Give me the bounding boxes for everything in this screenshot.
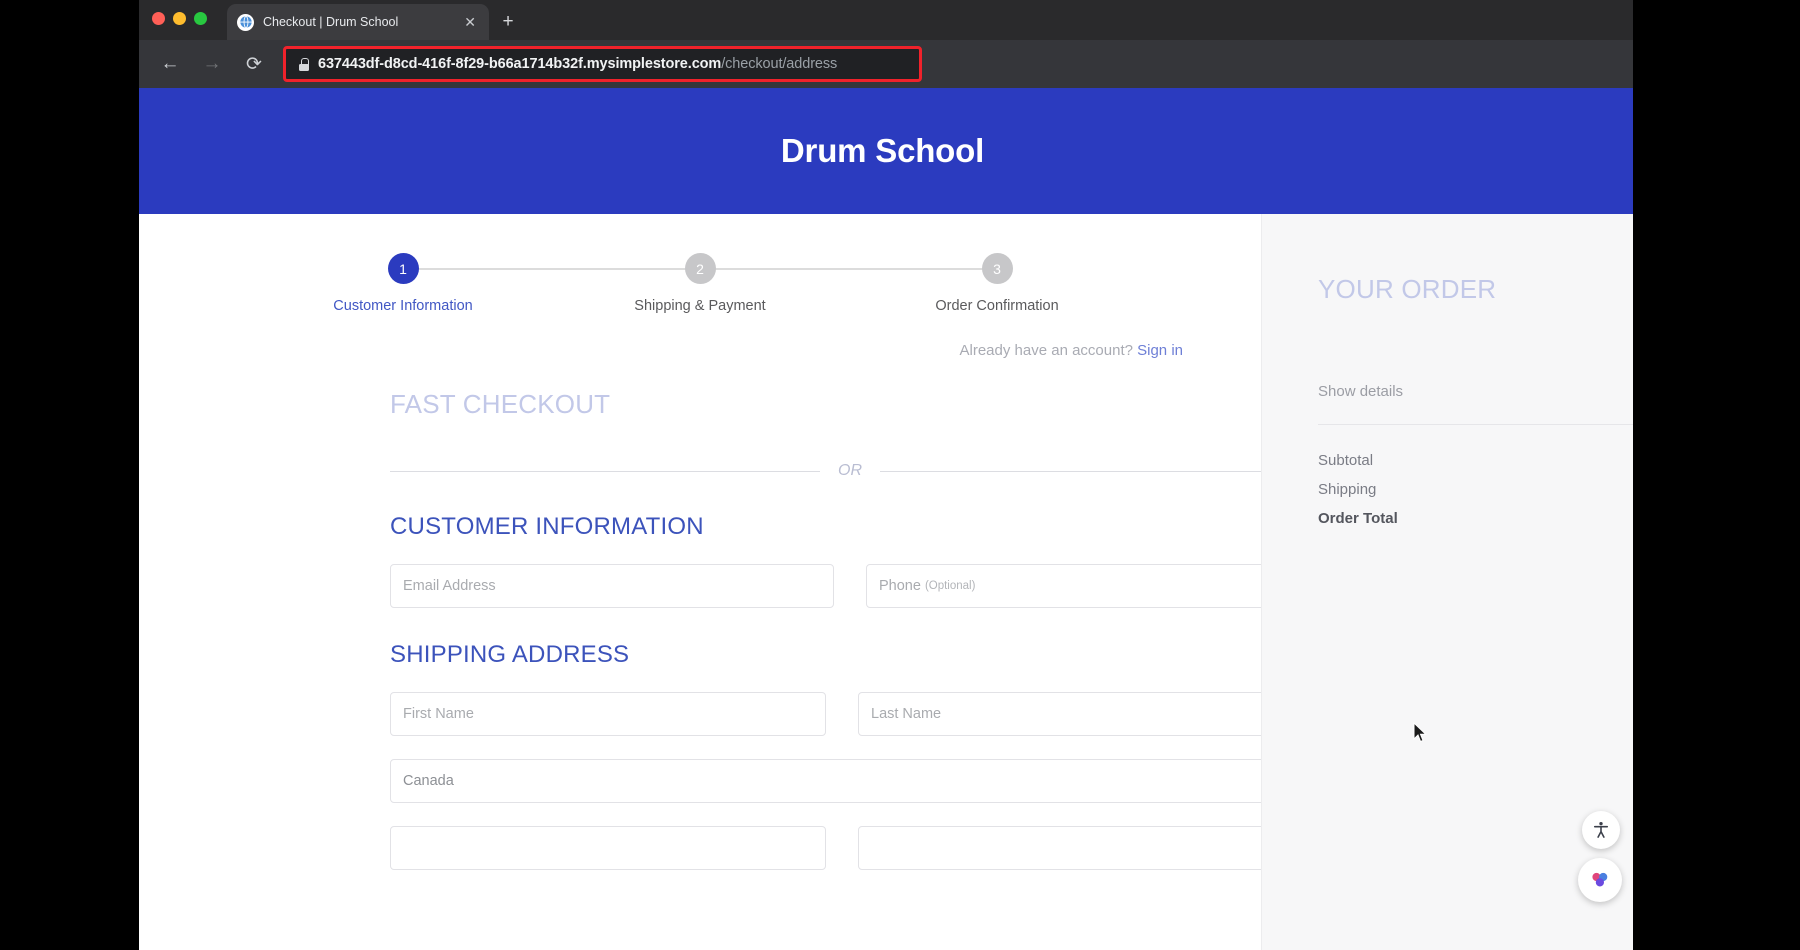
checkout-main-column: 1 Customer Information 2 Shipping & Paym… xyxy=(139,214,1261,950)
store-name: Drum School xyxy=(781,132,984,170)
lock-icon xyxy=(299,58,309,71)
shipping-label: Shipping xyxy=(1318,481,1633,498)
shipping-address-heading: SHIPPING ADDRESS xyxy=(390,641,1310,669)
order-summary-sidebar: YOUR ORDER Show details Subtotal Shippin… xyxy=(1261,214,1633,950)
last-name-placeholder: Last Name xyxy=(871,706,941,722)
store-banner: Drum School xyxy=(139,88,1633,214)
accessibility-widget-button[interactable] xyxy=(1582,811,1620,849)
checkout-form: FAST CHECKOUT OR CUSTOMER INFORMATION Em… xyxy=(390,389,1310,870)
maximize-window-button[interactable] xyxy=(194,12,207,25)
back-button[interactable]: ← xyxy=(153,47,187,81)
new-tab-button[interactable]: + xyxy=(495,9,521,35)
country-select[interactable]: Canada xyxy=(390,759,1294,803)
browser-tab-title: Checkout | Drum School xyxy=(263,15,452,29)
or-divider: OR xyxy=(390,462,1310,480)
forward-button[interactable]: → xyxy=(195,47,229,81)
browser-tab-strip: Checkout | Drum School ✕ + xyxy=(139,0,1633,40)
browser-tab[interactable]: Checkout | Drum School ✕ xyxy=(227,4,489,40)
order-total-lines: Subtotal Shipping Order Total xyxy=(1318,452,1633,527)
account-prompt-text: Already have an account? xyxy=(960,342,1133,359)
show-details-toggle[interactable]: Show details xyxy=(1318,383,1633,400)
step-number-badge: 3 xyxy=(982,253,1013,284)
shipping-country-row: Canada xyxy=(390,759,1310,803)
step-number-badge: 2 xyxy=(685,253,716,284)
email-field[interactable]: Email Address xyxy=(390,564,834,608)
close-window-button[interactable] xyxy=(152,12,165,25)
accessibility-icon xyxy=(1591,820,1611,840)
divider-line-left xyxy=(390,471,820,472)
close-tab-button[interactable]: ✕ xyxy=(461,15,479,29)
checkout-stepper: 1 Customer Information 2 Shipping & Paym… xyxy=(300,237,1100,317)
fast-checkout-heading: FAST CHECKOUT xyxy=(390,389,1310,420)
chat-widget-button[interactable] xyxy=(1578,858,1622,902)
phone-field[interactable]: Phone (Optional) xyxy=(866,564,1310,608)
address-bar[interactable]: 637443df-d8cd-416f-8f29-b66a1714b32f.mys… xyxy=(283,46,922,82)
screen: Checkout | Drum School ✕ + ← → ⟳ 637443d… xyxy=(0,0,1800,950)
address-bar-url: 637443df-d8cd-416f-8f29-b66a1714b32f.mys… xyxy=(318,56,837,72)
shipping-address-row xyxy=(390,826,1310,870)
browser-window: Checkout | Drum School ✕ + ← → ⟳ 637443d… xyxy=(139,0,1633,950)
last-name-field[interactable]: Last Name xyxy=(858,692,1294,736)
checkout-layout: 1 Customer Information 2 Shipping & Paym… xyxy=(139,214,1633,950)
stepper-steps: 1 Customer Information 2 Shipping & Paym… xyxy=(300,237,1100,314)
window-traffic-lights xyxy=(152,12,207,25)
chat-bubble-icon xyxy=(1588,868,1612,892)
divider-line-right xyxy=(880,471,1310,472)
phone-field-optional-label: (Optional) xyxy=(925,580,976,592)
url-path: /checkout/address xyxy=(721,56,837,72)
first-name-field[interactable]: First Name xyxy=(390,692,826,736)
order-summary-title: YOUR ORDER xyxy=(1318,274,1633,305)
reload-button[interactable]: ⟳ xyxy=(237,47,271,81)
or-divider-label: OR xyxy=(838,462,862,480)
email-field-placeholder: Email Address xyxy=(403,578,496,594)
stepper-step-shipping-payment[interactable]: 2 Shipping & Payment xyxy=(597,237,803,314)
browser-toolbar: ← → ⟳ 637443df-d8cd-416f-8f29-b66a1714b3… xyxy=(139,40,1633,88)
order-total-label: Order Total xyxy=(1318,510,1633,527)
account-prompt: Already have an account? Sign in xyxy=(960,342,1184,359)
step-label: Shipping & Payment xyxy=(597,298,803,314)
sidebar-divider xyxy=(1318,424,1633,425)
sign-in-link[interactable]: Sign in xyxy=(1137,342,1183,359)
stepper-step-customer-information[interactable]: 1 Customer Information xyxy=(300,237,506,314)
address-extra-field[interactable] xyxy=(858,826,1294,870)
step-label: Order Confirmation xyxy=(894,298,1100,314)
address-line-field[interactable] xyxy=(390,826,826,870)
customer-information-fields: Email Address Phone (Optional) xyxy=(390,564,1310,608)
url-host: 637443df-d8cd-416f-8f29-b66a1714b32f.mys… xyxy=(318,56,721,72)
page-content: Drum School 1 Customer Information xyxy=(139,88,1633,950)
minimize-window-button[interactable] xyxy=(173,12,186,25)
first-name-placeholder: First Name xyxy=(403,706,474,722)
mouse-cursor xyxy=(1413,722,1427,744)
globe-icon xyxy=(237,14,254,31)
customer-information-heading: CUSTOMER INFORMATION xyxy=(390,513,1310,541)
step-label: Customer Information xyxy=(300,298,506,314)
subtotal-label: Subtotal xyxy=(1318,452,1633,469)
shipping-name-fields: First Name Last Name xyxy=(390,692,1310,736)
stepper-step-order-confirmation[interactable]: 3 Order Confirmation xyxy=(894,237,1100,314)
country-select-value: Canada xyxy=(403,773,454,789)
phone-field-placeholder: Phone xyxy=(879,578,921,594)
step-number-badge: 1 xyxy=(388,253,419,284)
